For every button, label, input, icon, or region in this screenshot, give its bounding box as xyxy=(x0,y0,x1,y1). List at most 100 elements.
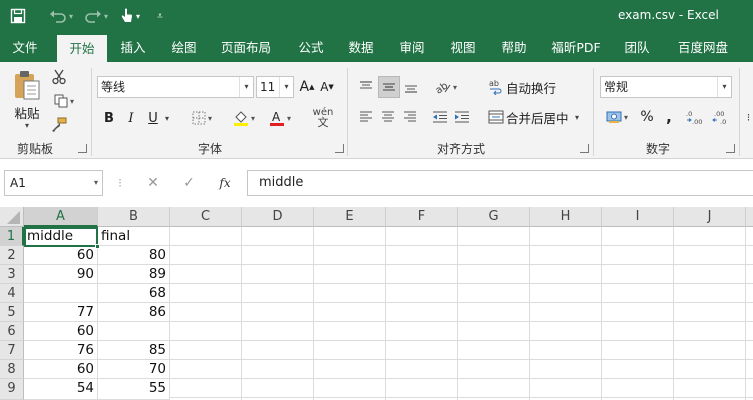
cell-a7[interactable]: 76 xyxy=(24,341,98,360)
customize-qat-icon[interactable]: ⩡ xyxy=(152,6,168,26)
percent-style-button[interactable]: % xyxy=(638,106,656,128)
tab-page-layout[interactable]: 页面布局 xyxy=(214,33,278,62)
column-header-a[interactable]: A xyxy=(24,207,98,227)
save-icon[interactable] xyxy=(8,6,28,26)
font-launcher-icon[interactable] xyxy=(335,144,344,153)
increase-font-size-icon[interactable]: A ▲ xyxy=(298,76,316,98)
tab-baidu-netdisk[interactable]: 百度网盘 xyxy=(668,33,738,62)
cell-a2[interactable]: 60 xyxy=(24,246,98,265)
fill-handle[interactable] xyxy=(95,244,100,249)
cell-a1[interactable]: middle xyxy=(24,227,98,246)
cell-b7[interactable]: 85 xyxy=(98,341,170,360)
font-size-select[interactable]: 11 ▾ xyxy=(256,76,294,98)
paste-icon[interactable] xyxy=(10,68,44,102)
column-header-k[interactable] xyxy=(746,207,753,227)
select-all-button[interactable] xyxy=(0,207,24,227)
row-header-2[interactable]: 2 xyxy=(0,246,24,265)
cell-a6[interactable]: 60 xyxy=(24,322,98,341)
align-middle-icon[interactable] xyxy=(378,76,400,98)
tab-help[interactable]: 帮助 xyxy=(491,33,537,62)
copy-icon[interactable]: ▾ xyxy=(50,92,78,110)
decrease-indent-icon[interactable] xyxy=(430,106,450,128)
row-header-3[interactable]: 3 xyxy=(0,265,24,284)
tab-data[interactable]: 数据 xyxy=(338,33,384,62)
tab-draw[interactable]: 绘图 xyxy=(161,33,207,62)
cell-a4[interactable] xyxy=(24,284,98,303)
column-header-e[interactable]: E xyxy=(314,207,386,227)
redo-icon[interactable]: ▾ xyxy=(82,6,110,26)
font-name-select[interactable]: 等线 ▾ xyxy=(97,76,254,98)
row-header-7[interactable]: 7 xyxy=(0,341,24,360)
row-header-6[interactable]: 6 xyxy=(0,322,24,341)
touch-mode-icon[interactable]: ▾ xyxy=(116,6,144,26)
name-box[interactable]: A1 ▾ xyxy=(4,170,103,196)
number-format-select[interactable]: 常规 ▾ xyxy=(600,76,732,98)
column-header-d[interactable]: D xyxy=(242,207,314,227)
tab-home[interactable]: 开始 xyxy=(57,35,107,62)
insert-function-button[interactable]: fx xyxy=(213,172,237,194)
cell-b3[interactable]: 89 xyxy=(98,265,170,284)
format-painter-icon[interactable] xyxy=(50,116,68,134)
font-color-icon[interactable]: A ▾ xyxy=(264,108,296,128)
column-header-b[interactable]: B xyxy=(98,207,170,227)
number-launcher-icon[interactable] xyxy=(726,144,735,153)
cut-icon[interactable] xyxy=(50,68,68,86)
tab-view[interactable]: 视图 xyxy=(440,33,486,62)
align-right-icon[interactable] xyxy=(400,106,420,128)
tab-insert[interactable]: 插入 xyxy=(110,33,156,62)
more-ribbon-icon[interactable]: ⁝ xyxy=(744,106,753,128)
column-header-c[interactable]: C xyxy=(170,207,242,227)
cell-b6[interactable] xyxy=(98,322,170,341)
row-header-8[interactable]: 8 xyxy=(0,360,24,379)
merge-center-icon[interactable] xyxy=(486,106,506,128)
cell-b1[interactable]: final xyxy=(98,227,170,246)
decrease-font-size-icon[interactable]: A ▼ xyxy=(318,76,336,98)
borders-icon[interactable]: ▾ xyxy=(186,108,218,128)
cancel-icon[interactable]: ✕ xyxy=(141,172,165,194)
phonetic-guide-icon[interactable]: wén 文 xyxy=(306,106,340,130)
cell-b5[interactable]: 86 xyxy=(98,303,170,322)
tab-review[interactable]: 审阅 xyxy=(389,33,435,62)
italic-button[interactable]: I xyxy=(122,108,140,128)
text-orientation-icon[interactable]: ab ▾ xyxy=(430,76,462,98)
cell-a3[interactable]: 90 xyxy=(24,265,98,284)
paste-button[interactable]: 粘贴 xyxy=(8,104,46,121)
column-header-h[interactable]: H xyxy=(530,207,602,227)
cell-b4[interactable]: 68 xyxy=(98,284,170,303)
column-header-f[interactable]: F xyxy=(386,207,458,227)
merge-dropdown-icon[interactable]: ▾ xyxy=(572,106,582,128)
row-header-1[interactable]: 1 xyxy=(0,227,24,246)
cell-b2[interactable]: 80 xyxy=(98,246,170,265)
tab-formulas[interactable]: 公式 xyxy=(288,33,334,62)
align-bottom-icon[interactable] xyxy=(401,76,421,98)
column-header-j[interactable]: J xyxy=(674,207,746,227)
formula-input[interactable]: middle xyxy=(247,170,753,196)
accounting-format-icon[interactable]: ▾ xyxy=(602,106,632,128)
wrap-text-icon[interactable]: ab xyxy=(486,76,506,98)
align-top-icon[interactable] xyxy=(356,76,376,98)
row-header-4[interactable]: 4 xyxy=(0,284,24,303)
row-header-5[interactable]: 5 xyxy=(0,303,24,322)
enter-icon[interactable]: ✓ xyxy=(177,172,201,194)
cell-a5[interactable]: 77 xyxy=(24,303,98,322)
tab-foxit-pdf[interactable]: 福昕PDF xyxy=(544,33,608,62)
paste-dropdown-icon[interactable]: ▾ xyxy=(19,120,35,130)
column-header-i[interactable]: I xyxy=(602,207,674,227)
cell-a8[interactable]: 60 xyxy=(24,360,98,379)
column-header-g[interactable]: G xyxy=(458,207,530,227)
alignment-launcher-icon[interactable] xyxy=(580,144,589,153)
underline-button[interactable]: U xyxy=(145,108,161,128)
wrap-text-button[interactable]: 自动换行 xyxy=(506,76,556,98)
fill-color-icon[interactable]: ▾ xyxy=(228,108,260,128)
align-center-icon[interactable] xyxy=(378,106,398,128)
increase-indent-icon[interactable] xyxy=(452,106,472,128)
bold-button[interactable]: B xyxy=(100,108,118,128)
cell-a9[interactable]: 54 xyxy=(24,379,98,400)
row-header-9[interactable]: 9 xyxy=(0,379,24,400)
more-options-icon[interactable]: ⁝ xyxy=(108,172,132,194)
tab-team[interactable]: 团队 xyxy=(614,33,660,62)
tab-file[interactable]: 文件 xyxy=(0,33,50,62)
underline-dropdown-icon[interactable]: ▾ xyxy=(162,108,172,128)
cell-b8[interactable]: 70 xyxy=(98,360,170,379)
empty-cells[interactable] xyxy=(170,227,753,400)
